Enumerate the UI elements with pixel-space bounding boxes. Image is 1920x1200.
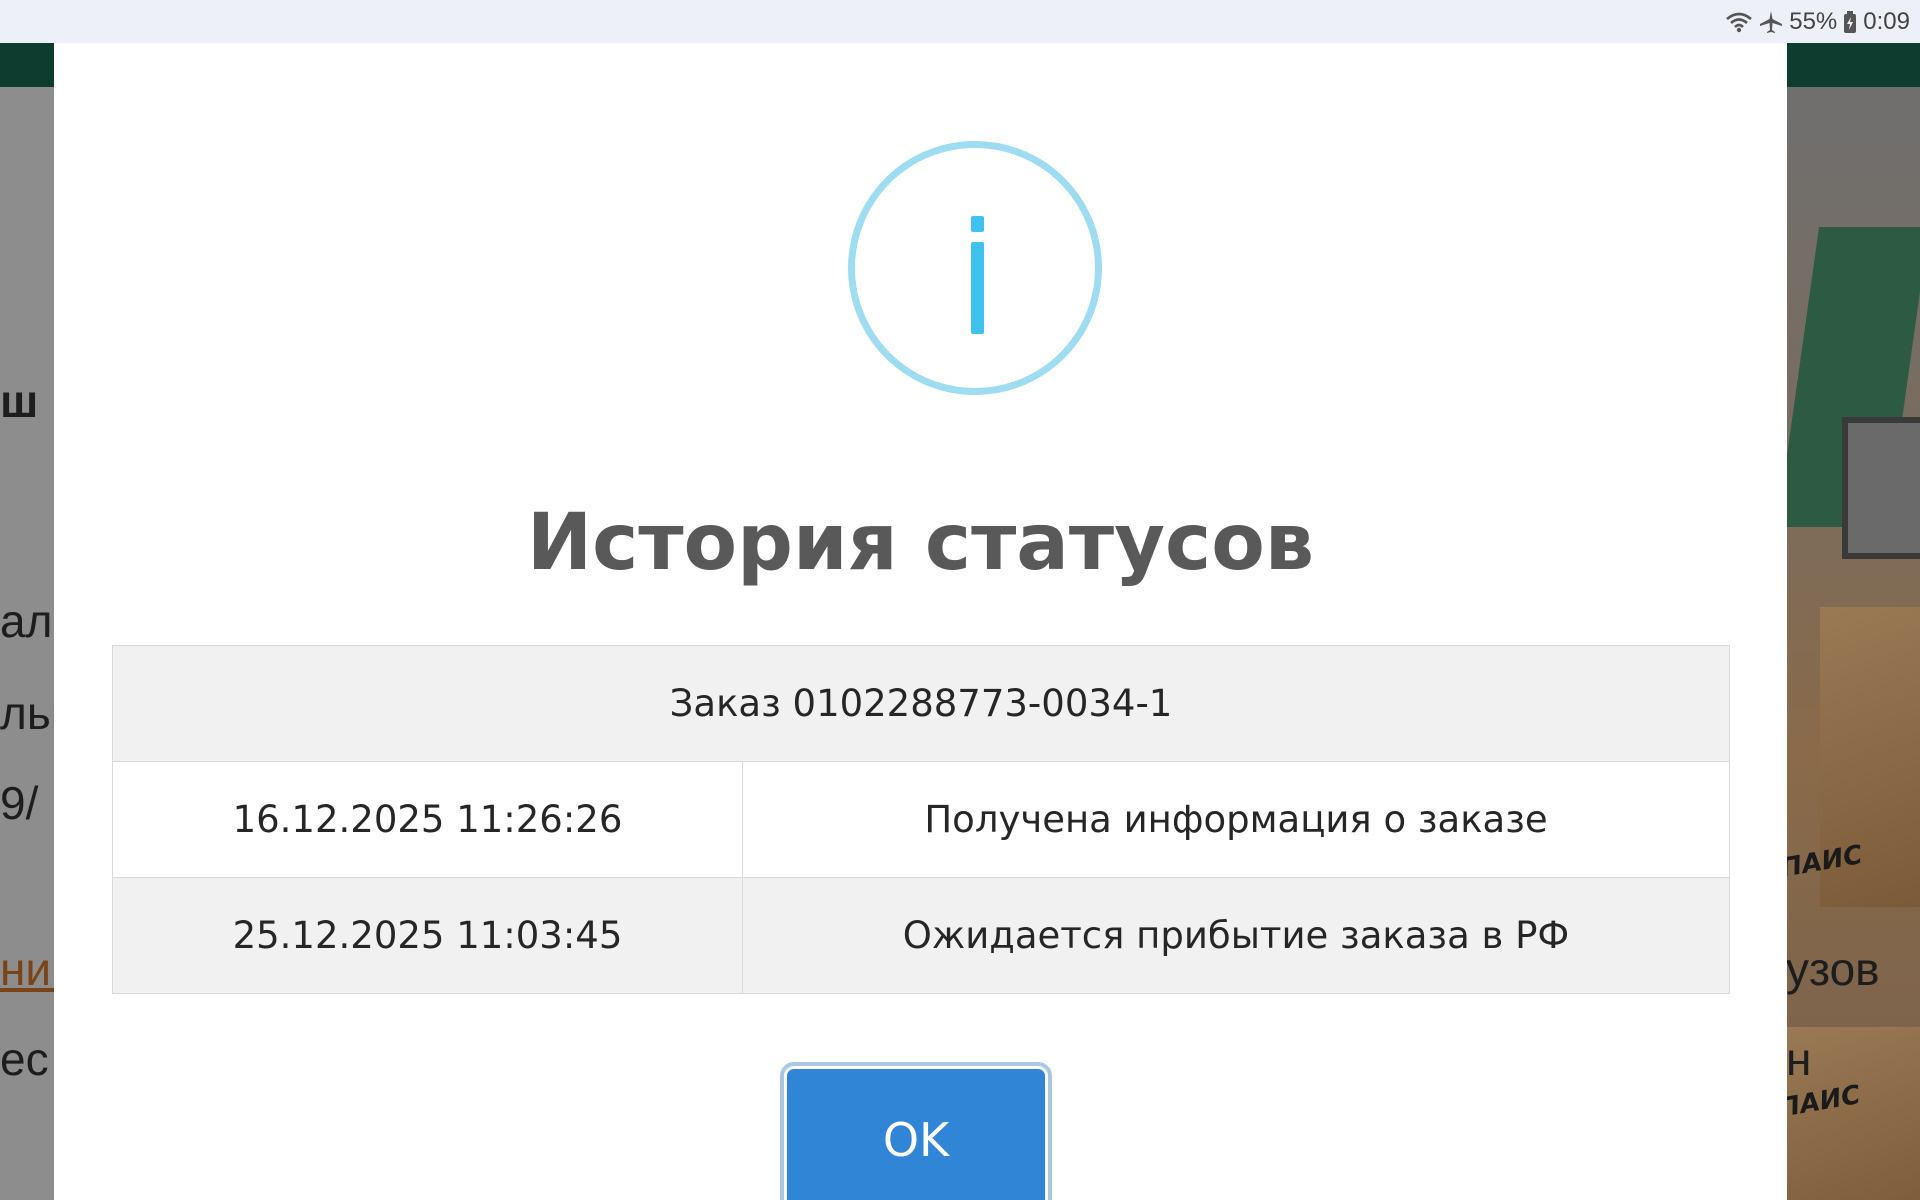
airplane-mode-icon	[1759, 10, 1783, 34]
background-text-fragment: ш	[0, 375, 39, 427]
battery-icon	[1843, 10, 1857, 33]
clock: 0:09	[1863, 7, 1910, 35]
status-description-cell: Ожидается прибытие заказа в РФ	[741, 877, 1731, 994]
background-text-fragment: ал	[0, 595, 53, 647]
ok-button-label: OK	[882, 1113, 950, 1167]
background-text-fragment: н	[1786, 1033, 1812, 1085]
screen: 55% 0:09 ш ал льн 9/ ник ес ПАИС ПАИС уз…	[0, 0, 1920, 1200]
table-row: 16.12.2025 11:26:26 Получена информация …	[112, 761, 1731, 878]
status-datetime-cell: 25.12.2025 11:03:45	[112, 877, 743, 994]
background-text-fragment: узов	[1786, 943, 1880, 995]
table-row: 25.12.2025 11:03:45 Ожидается прибытие з…	[112, 877, 1731, 994]
background-text-fragment: 9/	[0, 777, 39, 829]
status-bar: 55% 0:09	[0, 0, 1920, 43]
info-icon	[848, 141, 1102, 395]
ok-button[interactable]: OK	[780, 1062, 1052, 1200]
table-header-row: Заказ 0102288773-0034-1	[111, 645, 1731, 762]
banner-dark-box	[1842, 417, 1920, 559]
info-icon-dot	[971, 216, 984, 232]
wifi-icon	[1725, 11, 1753, 33]
dialog-title: История статусов	[526, 498, 1315, 588]
status-bar-right: 55% 0:09	[1725, 0, 1910, 43]
status-description-cell: Получена информация о заказе	[741, 761, 1731, 878]
status-history-table: Заказ 0102288773-0034-1 16.12.2025 11:26…	[111, 645, 1731, 994]
status-datetime-cell: 16.12.2025 11:26:26	[112, 761, 743, 878]
status-history-dialog: История статусов Заказ 0102288773-0034-1…	[54, 43, 1787, 1200]
background-text-fragment: ес	[0, 1033, 49, 1085]
battery-percent: 55%	[1789, 7, 1838, 35]
info-icon-stem	[971, 242, 984, 334]
order-number-cell: Заказ 0102288773-0034-1	[111, 645, 1731, 762]
